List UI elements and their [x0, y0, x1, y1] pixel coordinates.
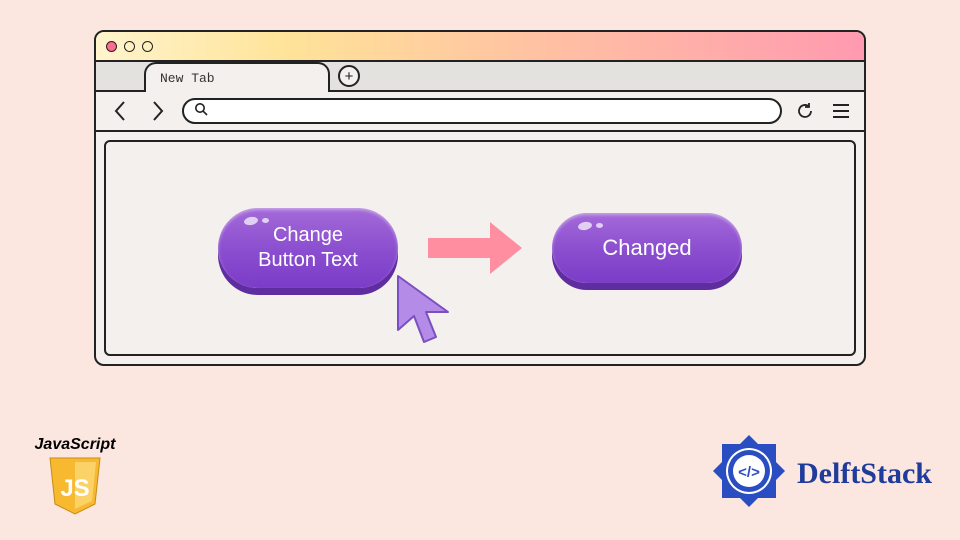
highlight-icon	[243, 216, 258, 226]
change-text-button[interactable]: Change Button Text	[218, 208, 398, 288]
reload-button[interactable]	[792, 98, 818, 124]
address-bar[interactable]	[182, 98, 782, 124]
js-shield-icon: JS	[46, 456, 104, 516]
javascript-badge: JavaScript JS	[30, 436, 120, 516]
delftstack-emblem-icon: </>	[709, 431, 789, 516]
close-window-icon[interactable]	[106, 41, 117, 52]
button-label: Changed	[602, 234, 691, 262]
browser-window: New Tab + Change Button Text	[94, 30, 866, 366]
content-area: Change Button Text Changed	[104, 140, 856, 356]
window-title-bar	[96, 32, 864, 62]
changed-button[interactable]: Changed	[552, 213, 742, 283]
highlight-icon	[577, 221, 592, 231]
highlight-icon	[262, 218, 269, 223]
delftstack-logo: </> DelftStack	[709, 431, 932, 516]
maximize-window-icon[interactable]	[142, 41, 153, 52]
plus-icon: +	[345, 69, 354, 84]
menu-button[interactable]	[828, 98, 854, 124]
new-tab-button[interactable]: +	[338, 65, 360, 87]
svg-text:</>: </>	[738, 464, 760, 481]
arrow-icon	[428, 222, 522, 274]
viewport: Change Button Text Changed	[96, 132, 864, 364]
cursor-icon	[388, 270, 464, 361]
minimize-window-icon[interactable]	[124, 41, 135, 52]
forward-button[interactable]	[144, 97, 172, 125]
search-icon	[194, 102, 208, 121]
tab-strip: New Tab +	[96, 62, 864, 92]
back-button[interactable]	[106, 97, 134, 125]
javascript-label: JavaScript	[30, 436, 120, 454]
tab-label: New Tab	[160, 71, 215, 86]
svg-text:JS: JS	[60, 475, 89, 502]
toolbar	[96, 92, 864, 132]
button-label: Change Button Text	[258, 223, 358, 273]
delftstack-text: DelftStack	[797, 457, 932, 491]
highlight-icon	[596, 223, 603, 228]
browser-tab[interactable]: New Tab	[144, 62, 330, 92]
